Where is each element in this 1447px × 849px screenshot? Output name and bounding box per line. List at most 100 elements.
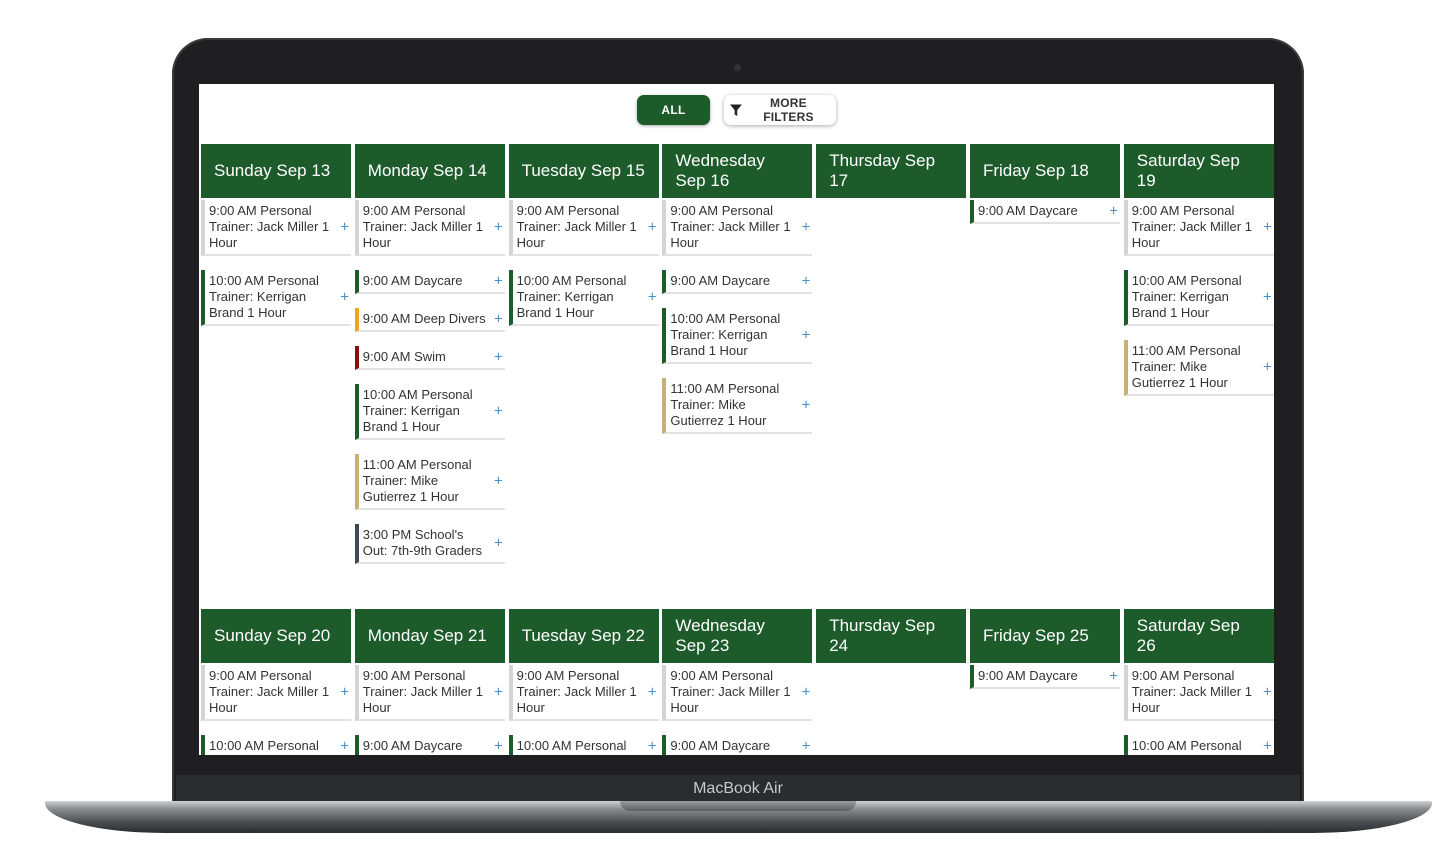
day-header: Friday Sep 18 (969, 144, 1120, 198)
event-item[interactable]: 9:00 AM Swim + (354, 346, 505, 370)
funnel-icon (730, 104, 742, 116)
event-text: 9:00 AM Personal Trainer: Jack Miller 1 … (670, 668, 791, 715)
add-plus-icon[interactable]: + (802, 398, 811, 413)
laptop-notch (620, 801, 856, 811)
event-text: 10:00 AM Personal Trainer: Kerrigan Bran… (516, 273, 627, 320)
more-filters-button[interactable]: MORE FILTERS (724, 95, 836, 125)
event-text: 9:00 AM Daycare (362, 738, 463, 753)
event-text: 9:00 AM Personal Trainer: Jack Miller 1 … (1131, 203, 1252, 250)
all-filter-button[interactable]: ALL (637, 95, 710, 125)
add-plus-icon[interactable]: + (494, 739, 503, 754)
day-column: Saturday Sep 19 9:00 AM Personal Trainer:… (1123, 144, 1274, 578)
filter-bar: ALL MORE FILTERS (199, 95, 1274, 127)
event-text: 3:00 PM School's Out: 7th-9th Graders (362, 527, 483, 558)
event-list: 9:00 AM Personal Trainer: Jack Miller 1 … (354, 663, 505, 755)
event-item[interactable]: 9:00 AM Personal Trainer: Jack Miller 1 … (354, 200, 505, 256)
event-item[interactable]: 10:00 AM Personal Trainer: Kerrigan Bran… (508, 270, 659, 326)
event-item[interactable]: 10:00 AM Personal Trainer: Kerrigan Bran… (662, 308, 813, 364)
add-plus-icon[interactable]: + (340, 739, 349, 754)
day-column: Thursday Sep 24 (816, 609, 967, 755)
event-list: 9:00 AM Personal Trainer: Jack Miller 1 … (508, 198, 659, 326)
event-text: 9:00 AM Deep Divers (362, 311, 486, 326)
event-item[interactable]: 9:00 AM Daycare + (969, 200, 1120, 224)
add-plus-icon[interactable]: + (648, 220, 657, 235)
event-text: 9:00 AM Daycare (977, 203, 1078, 218)
event-text: 9:00 AM Daycare (362, 273, 463, 288)
day-column: Tuesday Sep 15 9:00 AM Personal Trainer: … (508, 144, 659, 578)
event-item[interactable]: 11:00 AM Personal Trainer: Mike Gutierre… (1123, 340, 1274, 396)
add-plus-icon[interactable]: + (802, 220, 811, 235)
event-item[interactable]: 9:00 AM Deep Divers + (354, 308, 505, 332)
day-header: Thursday Sep 24 (816, 609, 967, 663)
event-list: 9:00 AM Personal Trainer: Jack Miller 1 … (508, 663, 659, 755)
event-item[interactable]: 9:00 AM Daycare + (662, 270, 813, 294)
add-plus-icon[interactable]: + (494, 404, 503, 419)
event-item[interactable]: 9:00 AM Personal Trainer: Jack Miller 1 … (201, 665, 351, 721)
event-text: 10:00 AM Personal Trainer: Kerrigan Bran… (670, 311, 781, 358)
add-plus-icon[interactable]: + (340, 685, 349, 700)
more-filters-label: MORE FILTERS (763, 96, 814, 124)
event-item[interactable]: 11:00 AM Personal Trainer: Mike Gutierre… (354, 454, 505, 510)
add-plus-icon[interactable]: + (802, 685, 811, 700)
event-item[interactable]: 10:00 AM Personal Trainer: Kerrigan Bran… (1123, 270, 1274, 326)
event-item[interactable]: 9:00 AM Personal Trainer: Jack Miller 1 … (662, 200, 813, 256)
event-item[interactable]: 9:00 AM Personal Trainer: Jack Miller 1 … (508, 200, 659, 256)
event-item[interactable]: 11:00 AM Personal Trainer: Mike Gutierre… (662, 378, 813, 434)
event-item[interactable]: 9:00 AM Personal Trainer: Jack Miller 1 … (1123, 665, 1274, 721)
add-plus-icon[interactable]: + (802, 739, 811, 754)
event-text: 9:00 AM Personal Trainer: Jack Miller 1 … (362, 203, 483, 250)
event-item[interactable]: 10:00 AM Personal + (508, 735, 659, 755)
event-text: 9:00 AM Personal Trainer: Jack Miller 1 … (670, 203, 791, 250)
event-text: 11:00 AM Personal Trainer: Mike Gutierre… (1131, 343, 1241, 390)
day-column: Monday Sep 14 9:00 AM Personal Trainer: J… (354, 144, 505, 578)
event-item[interactable]: 9:00 AM Daycare + (662, 735, 813, 755)
event-text: 9:00 AM Personal Trainer: Jack Miller 1 … (1131, 668, 1252, 715)
event-item[interactable]: 10:00 AM Personal + (1123, 735, 1274, 755)
add-plus-icon[interactable]: + (494, 312, 503, 327)
add-plus-icon[interactable]: + (494, 274, 503, 289)
event-item[interactable]: 9:00 AM Daycare + (969, 665, 1120, 689)
add-plus-icon[interactable]: + (648, 685, 657, 700)
add-plus-icon[interactable]: + (1263, 685, 1272, 700)
event-item[interactable]: 9:00 AM Personal Trainer: Jack Miller 1 … (662, 665, 813, 721)
event-item[interactable]: 9:00 AM Personal Trainer: Jack Miller 1 … (1123, 200, 1274, 256)
event-text: 11:00 AM Personal Trainer: Mike Gutierre… (670, 381, 780, 428)
event-item[interactable]: 9:00 AM Personal Trainer: Jack Miller 1 … (508, 665, 659, 721)
event-text: 9:00 AM Personal Trainer: Jack Miller 1 … (516, 203, 637, 250)
event-text: 10:00 AM Personal Trainer: Kerrigan Bran… (209, 273, 319, 320)
event-item[interactable]: 10:00 AM Personal Trainer: Kerrigan Bran… (201, 270, 351, 326)
add-plus-icon[interactable]: + (494, 474, 503, 489)
add-plus-icon[interactable]: + (1109, 204, 1118, 219)
event-item[interactable]: 9:00 AM Personal Trainer: Jack Miller 1 … (354, 665, 505, 721)
event-item[interactable]: 3:00 PM School's Out: 7th-9th Graders + (354, 524, 505, 564)
event-list: 9:00 AM Personal Trainer: Jack Miller 1 … (662, 663, 813, 755)
event-text: 9:00 AM Personal Trainer: Jack Miller 1 … (209, 668, 330, 715)
day-header: Tuesday Sep 15 (508, 144, 659, 198)
add-plus-icon[interactable]: + (1109, 669, 1118, 684)
event-item[interactable]: 9:00 AM Personal Trainer: Jack Miller 1 … (201, 200, 351, 256)
day-header: Wednesday Sep 23 (662, 609, 813, 663)
add-plus-icon[interactable]: + (1263, 739, 1272, 754)
add-plus-icon[interactable]: + (340, 220, 349, 235)
event-item[interactable]: 9:00 AM Daycare + (354, 270, 505, 294)
day-column: Wednesday Sep 23 9:00 AM Personal Trainer… (662, 609, 813, 755)
add-plus-icon[interactable]: + (494, 685, 503, 700)
add-plus-icon[interactable]: + (802, 328, 811, 343)
add-plus-icon[interactable]: + (1263, 290, 1272, 305)
add-plus-icon[interactable]: + (1263, 220, 1272, 235)
add-plus-icon[interactable]: + (494, 536, 503, 551)
add-plus-icon[interactable]: + (494, 220, 503, 235)
event-text: 9:00 AM Daycare (670, 273, 771, 288)
add-plus-icon[interactable]: + (494, 350, 503, 365)
add-plus-icon[interactable]: + (802, 274, 811, 289)
add-plus-icon[interactable]: + (648, 739, 657, 754)
add-plus-icon[interactable]: + (340, 290, 349, 305)
event-item[interactable]: 10:00 AM Personal + (201, 735, 351, 755)
event-text: 10:00 AM Personal (209, 738, 319, 753)
add-plus-icon[interactable]: + (1263, 360, 1272, 375)
event-item[interactable]: 9:00 AM Daycare + (354, 735, 505, 755)
add-plus-icon[interactable]: + (648, 290, 657, 305)
event-list: 9:00 AM Personal Trainer: Jack Miller 1 … (1123, 198, 1274, 396)
event-item[interactable]: 10:00 AM Personal Trainer: Kerrigan Bran… (354, 384, 505, 440)
event-list: 9:00 AM Personal Trainer: Jack Miller 1 … (1123, 663, 1274, 755)
